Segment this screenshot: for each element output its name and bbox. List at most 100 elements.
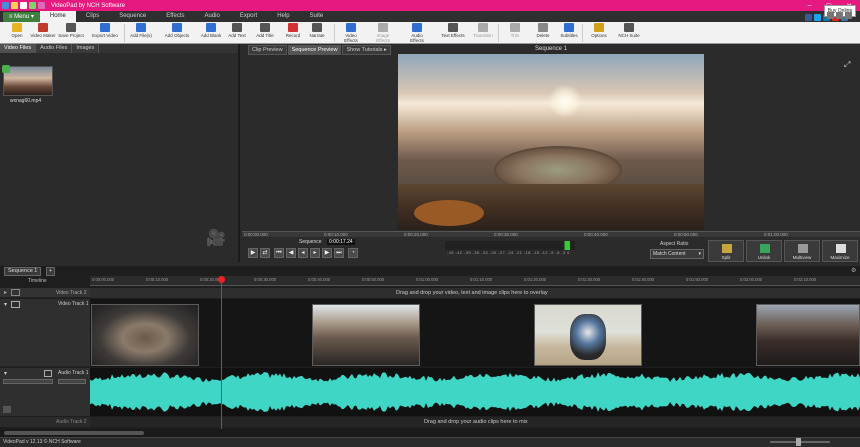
video-clip[interactable] bbox=[312, 304, 420, 366]
facebook-icon[interactable] bbox=[805, 14, 812, 21]
split-icon bbox=[722, 244, 732, 253]
track-visibility-icon[interactable] bbox=[11, 289, 20, 296]
loop-icon[interactable]: ⇄ bbox=[260, 248, 270, 258]
nch-suite-button[interactable]: NCH Suite bbox=[616, 23, 642, 43]
ribbon-separator bbox=[124, 24, 125, 42]
video-maker-button[interactable]: Video Maker bbox=[30, 23, 56, 43]
video-track[interactable] bbox=[90, 299, 860, 367]
subtitles-button[interactable]: Subtitles bbox=[556, 23, 582, 43]
fullscreen-icon[interactable]: ⤢ bbox=[844, 60, 850, 70]
video-preview[interactable] bbox=[398, 54, 704, 230]
speed-icon[interactable]: ◔ bbox=[348, 248, 358, 258]
ribbon-button-label: Add Blank bbox=[200, 33, 222, 38]
export-video-button[interactable]: Export Video bbox=[92, 23, 118, 43]
add-text-button[interactable]: Add Text bbox=[224, 23, 250, 43]
fx-icon[interactable] bbox=[3, 406, 11, 413]
text-effects-button[interactable]: Text Effects bbox=[440, 23, 466, 43]
record-button[interactable]: Record bbox=[280, 23, 306, 43]
tab-images[interactable]: Images bbox=[72, 44, 100, 53]
audio-level-meter bbox=[445, 241, 575, 250]
add-title-button[interactable]: Add Title bbox=[252, 23, 278, 43]
maximize-view-button[interactable]: Maximize bbox=[822, 240, 858, 262]
grid-view-icon[interactable] bbox=[845, 12, 852, 19]
playhead-handle[interactable] bbox=[218, 276, 225, 283]
audio-effects-button[interactable]: Audio Effects bbox=[404, 23, 430, 43]
options-button[interactable]: Options bbox=[586, 23, 612, 43]
volume-slider[interactable] bbox=[3, 379, 53, 384]
next-frame-icon[interactable]: ▸ bbox=[310, 248, 320, 258]
checkmark-icon bbox=[2, 65, 10, 73]
tab-help[interactable]: Help bbox=[267, 11, 299, 22]
step-forward-icon[interactable]: ▶ bbox=[322, 248, 332, 258]
play-icon[interactable]: ▶ bbox=[248, 248, 258, 258]
tab-clips[interactable]: Clips bbox=[76, 11, 109, 22]
tab-sequence-preview[interactable]: Sequence Preview bbox=[287, 45, 342, 55]
delete-button[interactable]: Delete bbox=[530, 23, 556, 43]
expand-icon[interactable]: ▸ bbox=[4, 289, 7, 296]
add-blank-button[interactable]: Add Blank bbox=[198, 23, 224, 43]
track-visibility-icon[interactable] bbox=[11, 301, 20, 308]
collapse-icon[interactable]: ▾ bbox=[4, 370, 7, 377]
scrollbar-thumb[interactable] bbox=[4, 431, 144, 435]
video-clip[interactable] bbox=[756, 304, 860, 366]
folder-icon bbox=[12, 23, 22, 32]
video-clip[interactable] bbox=[91, 304, 199, 366]
playhead[interactable] bbox=[221, 276, 222, 436]
status-text: VideoPad v 12.13 © NCH Software bbox=[3, 439, 81, 445]
ribbon-button-label: Add Text bbox=[228, 33, 246, 38]
folder-view-icon[interactable] bbox=[836, 12, 843, 19]
open-button[interactable]: Open bbox=[4, 23, 30, 43]
multiview-button[interactable]: Multiview bbox=[784, 240, 820, 262]
tab-sequence[interactable]: Sequence bbox=[109, 11, 156, 22]
preview-ruler[interactable]: 0:00:00.000 0:00:10.000 0:00:20.000 0:00… bbox=[242, 231, 860, 237]
ribbon-button-label: Record bbox=[285, 33, 301, 38]
timeline-ruler[interactable]: 0:00:00.000 0:00:10.000 0:00:20.000 0:00:30… bbox=[90, 276, 860, 286]
tab-clip-preview[interactable]: Clip Preview bbox=[248, 45, 287, 55]
tab-sequence-1[interactable]: Sequence 1 bbox=[4, 267, 42, 276]
skip-start-icon[interactable]: ⏮ bbox=[274, 248, 284, 258]
waveform-shape bbox=[90, 372, 860, 412]
media-thumbnail[interactable] bbox=[3, 66, 53, 96]
nch-suite-icon bbox=[624, 23, 634, 32]
unlink-button[interactable]: Unlink bbox=[746, 240, 782, 262]
pan-slider[interactable] bbox=[58, 379, 86, 384]
split-label: Split bbox=[721, 255, 731, 260]
twitter-icon[interactable] bbox=[814, 14, 821, 21]
video-effects-button[interactable]: Video Effects bbox=[338, 23, 364, 43]
add-title-icon bbox=[260, 23, 270, 32]
transition-button: Transition bbox=[470, 23, 496, 43]
collapse-icon[interactable]: ▾ bbox=[4, 301, 7, 308]
add-objects-button[interactable]: Add Objects bbox=[164, 23, 190, 43]
tab-show-tutorials[interactable]: Show Tutorials ▸ bbox=[342, 45, 391, 55]
speaker-icon[interactable] bbox=[44, 370, 52, 377]
tab-audio[interactable]: Audio bbox=[194, 11, 229, 22]
aspect-ratio-select[interactable]: Match Content ▾ bbox=[650, 249, 704, 259]
open-quick-icon[interactable] bbox=[11, 2, 18, 9]
audio-waveform[interactable] bbox=[90, 370, 860, 414]
save-project-button[interactable]: Save Project bbox=[58, 23, 84, 43]
tab-effects[interactable]: Effects bbox=[156, 11, 194, 22]
tab-home[interactable]: Home bbox=[39, 11, 76, 22]
tab-video-files[interactable]: Video Files bbox=[0, 44, 37, 53]
redo-quick-icon[interactable] bbox=[38, 2, 45, 9]
narrate-button[interactable]: Narrate bbox=[304, 23, 330, 43]
timecode-value[interactable]: 0:00:17.24 bbox=[327, 239, 355, 245]
add-file-s-button[interactable]: Add File(s) bbox=[128, 23, 154, 43]
split-button[interactable]: Split bbox=[708, 240, 744, 262]
zoom-slider-knob[interactable] bbox=[796, 438, 801, 446]
main-menu-button[interactable]: ≡ Menu ▾ bbox=[3, 11, 40, 22]
skip-end-icon[interactable]: ⏭ bbox=[334, 248, 344, 258]
tab-audio-files[interactable]: Audio Files bbox=[36, 44, 73, 53]
gear-icon[interactable]: ⚙ bbox=[851, 267, 856, 274]
save-quick-icon[interactable] bbox=[20, 2, 27, 9]
add-sequence-button[interactable]: + bbox=[46, 267, 56, 276]
prev-frame-icon[interactable]: ◂ bbox=[298, 248, 308, 258]
tab-suite[interactable]: Suite bbox=[300, 11, 334, 22]
undo-quick-icon[interactable] bbox=[29, 2, 36, 9]
audio-drop-hint: Drag and drop your audio clips here to m… bbox=[424, 419, 528, 425]
preview-tabs: Clip Preview Sequence Preview Show Tutor… bbox=[248, 45, 392, 55]
tab-export[interactable]: Export bbox=[230, 11, 267, 22]
minimize-button[interactable]: – bbox=[808, 2, 812, 10]
step-back-icon[interactable]: ◀ bbox=[286, 248, 296, 258]
delete-media-icon[interactable] bbox=[827, 12, 834, 19]
